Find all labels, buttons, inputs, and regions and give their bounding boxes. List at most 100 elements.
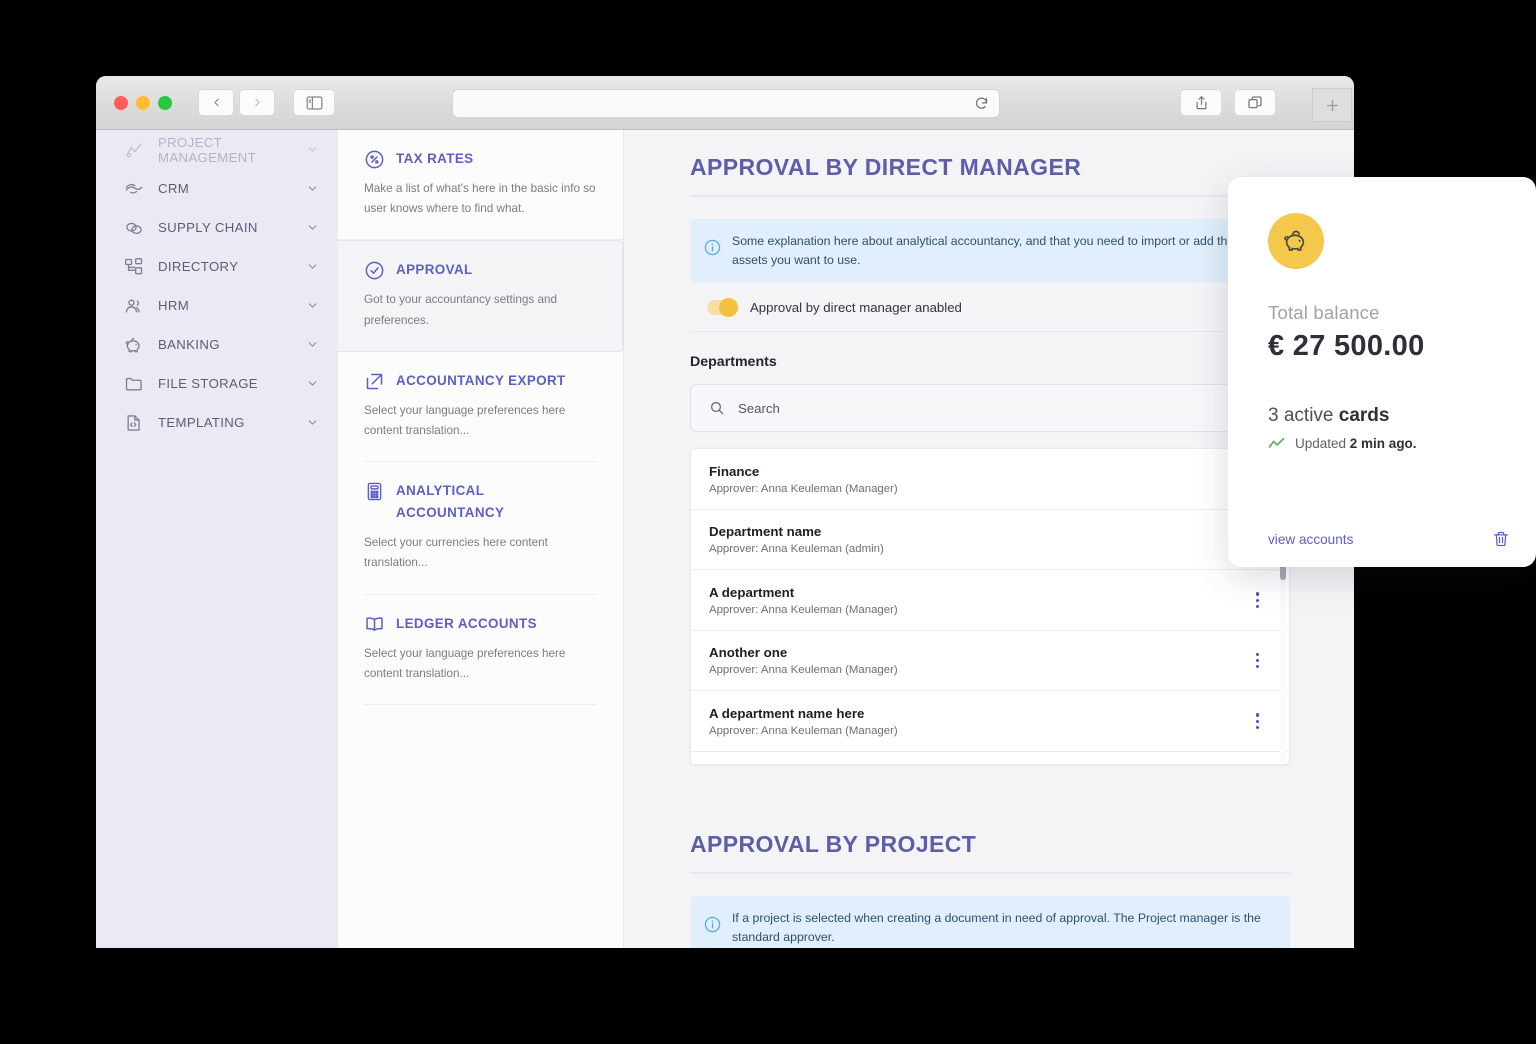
tabs-overview-icon	[1248, 95, 1262, 108]
sidebar-item-templating[interactable]: TEMPLATING	[96, 403, 338, 442]
total-balance-card: Total balance € 27 500.00 3 active cards…	[1228, 177, 1536, 567]
chevron-down-icon	[308, 225, 317, 230]
row-menu-button[interactable]	[1252, 649, 1263, 673]
sidebar-item-label: HRM	[158, 298, 190, 313]
settings-card-analytical-accountancy[interactable]: ANALYTICAL ACCOUNTANCY Select your curre…	[338, 462, 623, 593]
department-approver: Approver: Anna Keuleman (Manager)	[709, 664, 898, 677]
project-management-icon	[126, 143, 142, 157]
new-tab-button[interactable]	[1312, 88, 1352, 122]
settings-card-ledger-accounts[interactable]: LEDGER ACCOUNTS Select your language pre…	[338, 595, 623, 704]
settings-card-title: APPROVAL	[396, 262, 473, 278]
settings-card-title: ANALYTICAL ACCOUNTANCY	[396, 483, 505, 521]
trash-icon[interactable]	[1492, 529, 1510, 549]
department-approver: Approver: Anna Keuleman (admin)	[709, 543, 884, 556]
banking-icon	[125, 337, 140, 352]
settings-card-desc: Got to your accountancy settings and pre…	[364, 293, 557, 327]
settings-card-approval[interactable]: APPROVAL Got to your accountancy setting…	[338, 240, 623, 352]
row-menu-button[interactable]	[1252, 588, 1263, 612]
settings-card-desc: Make a list of what's here in the basic …	[364, 182, 596, 216]
sidebar-item-label: PROJECT MANAGEMENT	[158, 134, 257, 165]
sidebar-toggle-button[interactable]	[293, 89, 335, 116]
table-row[interactable]: Another one Approver: Anna Keuleman (Man…	[691, 631, 1289, 692]
info-banner-direct-manager: Some explanation here about analytical a…	[690, 219, 1290, 283]
info-icon	[704, 239, 721, 256]
sidebar-item-label: DIRECTORY	[158, 259, 239, 274]
department-approver: Approver: Anna Keuleman (Manager)	[709, 724, 898, 737]
total-balance-amount: € 27 500.00	[1268, 330, 1425, 362]
info-banner-text: If a project is selected when creating a…	[732, 911, 1261, 945]
department-name: Department name	[709, 524, 822, 540]
settings-card-title: TAX RATES	[396, 151, 474, 166]
department-name: Finance	[709, 463, 760, 479]
page-title: APPROVAL BY DIRECT MANAGER	[690, 154, 1082, 180]
updated-value: 2 min ago.	[1349, 436, 1417, 451]
approval-by-project-section: APPROVAL BY PROJECT If a project is sele…	[690, 831, 1290, 948]
departments-search-field[interactable]: Search	[690, 384, 1290, 433]
tabs-overview-button[interactable]	[1234, 89, 1276, 116]
main-sidebar: PROJECT MANAGEMENT CRM SUPPLY CHAIN DIRE…	[96, 130, 338, 948]
chevron-down-icon	[308, 303, 317, 308]
departments-list: Finance Approver: Anna Keuleman (Manager…	[690, 448, 1290, 766]
external-link-icon	[366, 373, 383, 389]
sidebar-item-supply-chain[interactable]: SUPPLY CHAIN	[96, 208, 338, 247]
app-body: PROJECT MANAGEMENT CRM SUPPLY CHAIN DIRE…	[96, 130, 1354, 948]
sidebar-item-crm[interactable]: CRM	[96, 169, 338, 208]
department-name: A department name here	[709, 705, 865, 721]
percent-icon	[365, 150, 384, 169]
approval-direct-manager-toggle[interactable]	[707, 298, 738, 318]
minimize-window-button[interactable]	[136, 95, 150, 110]
chevron-down-icon	[308, 381, 317, 386]
sidebar-item-project-management[interactable]: PROJECT MANAGEMENT	[96, 130, 338, 169]
search-icon	[710, 402, 724, 415]
chevron-down-icon	[308, 342, 317, 347]
settings-card-title: LEDGER ACCOUNTS	[396, 615, 537, 631]
department-name: A department	[709, 584, 795, 600]
balance-card-footer: view accounts	[1268, 529, 1510, 549]
sidebar-item-file-storage[interactable]: FILE STORAGE	[96, 364, 338, 403]
table-row[interactable]: Department name Approver: Anna Keuleman …	[691, 510, 1289, 571]
browser-window: PROJECT MANAGEMENT CRM SUPPLY CHAIN DIRE…	[96, 76, 1354, 948]
calculator-icon	[367, 482, 382, 501]
view-accounts-link[interactable]: view accounts	[1268, 532, 1353, 547]
departments-heading: Departments	[690, 354, 777, 371]
share-button[interactable]	[1180, 89, 1222, 116]
settings-card-title: ACCOUNTANCY EXPORT	[396, 372, 566, 388]
section-title-approval-by-project: APPROVAL BY PROJECT	[690, 831, 977, 858]
approval-toggle-row[interactable]: Approval by direct manager anabled	[690, 282, 1290, 331]
toggle-divider	[690, 331, 1290, 333]
close-window-button[interactable]	[114, 95, 128, 110]
reload-icon[interactable]	[974, 96, 989, 111]
active-cards-word: cards	[1338, 405, 1390, 426]
sidebar-item-label: SUPPLY CHAIN	[158, 220, 258, 235]
chevron-right-icon	[254, 98, 260, 107]
templating-icon	[127, 414, 140, 431]
updated-text: Updated 2 min ago.	[1295, 436, 1417, 451]
address-bar[interactable]	[452, 89, 1000, 118]
table-row[interactable]: Finance Approver: Anna Keuleman (Manager…	[691, 449, 1289, 510]
sidebar-item-hrm[interactable]: HRM	[96, 286, 338, 325]
book-icon	[366, 616, 383, 631]
updated-line: Updated 2 min ago.	[1268, 436, 1496, 451]
title-divider	[690, 872, 1290, 875]
settings-card-accountancy-export[interactable]: ACCOUNTANCY EXPORT Select your language …	[338, 352, 623, 461]
row-menu-button[interactable]	[1252, 709, 1263, 733]
sidebar-toggle-icon	[306, 95, 322, 110]
chevron-down-icon	[308, 186, 317, 191]
sidebar-item-label: BANKING	[158, 337, 220, 352]
share-icon	[1196, 95, 1206, 109]
department-approver: Approver: Anna Keuleman (Manager)	[709, 603, 898, 616]
settings-card-tax-rates[interactable]: TAX RATES Make a list of what's here in …	[338, 130, 623, 241]
chevron-down-icon	[308, 264, 317, 269]
forward-button[interactable]	[239, 89, 275, 116]
title-divider	[690, 195, 1290, 197]
back-button[interactable]	[198, 89, 234, 116]
table-row[interactable]: A department name here Approver: Anna Ke…	[691, 691, 1289, 752]
sidebar-item-banking[interactable]: BANKING	[96, 325, 338, 364]
total-balance-label: Total balance	[1268, 302, 1380, 323]
table-row[interactable]: A department Approver: Anna Keuleman (Ma…	[691, 570, 1289, 631]
info-icon	[704, 917, 721, 933]
settings-divider	[364, 703, 597, 705]
settings-card-desc: Select your language preferences here co…	[364, 646, 566, 680]
maximize-window-button[interactable]	[158, 95, 172, 110]
sidebar-item-directory[interactable]: DIRECTORY	[96, 247, 338, 286]
